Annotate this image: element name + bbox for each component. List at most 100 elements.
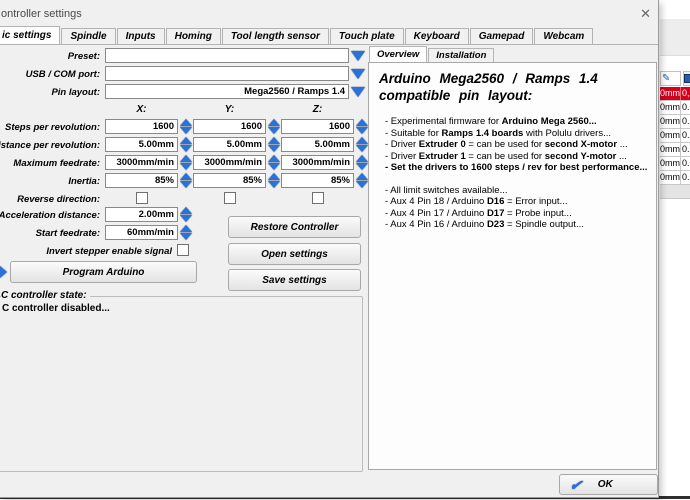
info-tab-bar: Overview Installation bbox=[369, 46, 495, 63]
start-feedrate-input[interactable]: 60mm/min bbox=[105, 225, 178, 240]
usb-com-port-input[interactable] bbox=[105, 66, 349, 81]
settings-tab-bar: ic settings Spindle Inputs Homing Tool l… bbox=[0, 26, 658, 44]
preset-label: Preset: bbox=[67, 51, 100, 62]
pin-layout-notes-bottom: - All limit switches available... - Aux 4… bbox=[385, 185, 656, 231]
tab-inputs[interactable]: Inputs bbox=[116, 28, 165, 44]
inertia-z-input[interactable]: 85% bbox=[281, 173, 354, 188]
invert-stepper-enable-checkbox[interactable] bbox=[177, 244, 189, 256]
steps-y-spinner[interactable] bbox=[268, 119, 281, 134]
screen: ✎ 0mm 0, 0mm 0. 0mm 0. 0mm 0. 0mm 0. 0mm 0. bbox=[0, 0, 690, 500]
note-line: - Suitable for Ramps 1.4 boards with Pol… bbox=[385, 127, 611, 139]
reverse-direction-label: Reverse direction: bbox=[17, 194, 100, 205]
distance-x-input[interactable]: 5.00mm bbox=[105, 137, 178, 152]
controller-state-title: C controller state: bbox=[1, 290, 90, 301]
table-empty-row bbox=[660, 185, 690, 199]
note-line: - Aux 4 Pin 18 / Arduino D16 = Error inp… bbox=[385, 196, 568, 207]
ok-button-label: OK bbox=[597, 479, 613, 490]
pin-layout-dropdown-icon[interactable] bbox=[351, 87, 365, 97]
acceleration-distance-label: Acceleration distance: bbox=[0, 210, 100, 221]
restore-controller-button[interactable]: Restore Controller bbox=[228, 216, 361, 238]
steps-z-input[interactable]: 1600 bbox=[281, 119, 354, 134]
steps-per-revolution-label: Steps per revolution: bbox=[4, 122, 100, 133]
inertia-label: Inertia: bbox=[68, 176, 100, 187]
table-row: 0mm 0, bbox=[660, 87, 690, 101]
pin-layout-heading: Arduino Mega2560 / Ramps 1.4 compatible … bbox=[379, 71, 598, 103]
program-arduino-button[interactable]: Program Arduino bbox=[10, 261, 197, 283]
feedrate-y-input[interactable]: 3000mm/min bbox=[193, 155, 266, 170]
tab-basic-settings[interactable]: ic settings bbox=[0, 26, 61, 44]
usb-com-port-dropdown-icon[interactable] bbox=[351, 69, 365, 79]
open-settings-button[interactable]: Open settings bbox=[228, 243, 361, 265]
distance-per-revolution-label: Distance per revolution: bbox=[0, 140, 100, 151]
distance-y-input[interactable]: 5.00mm bbox=[193, 137, 266, 152]
inertia-x-input[interactable]: 85% bbox=[105, 173, 178, 188]
tool-icon bbox=[683, 71, 690, 86]
tab-overview[interactable]: Overview bbox=[369, 46, 428, 63]
tab-homing[interactable]: Homing bbox=[165, 28, 221, 44]
table-row: 0mm 0. bbox=[660, 129, 690, 143]
title-bar: ontroller settings ✕ bbox=[0, 0, 658, 26]
note-line: - Driver Extruder 0 = can be used for se… bbox=[385, 139, 628, 150]
table-row: 0mm 0. bbox=[660, 143, 690, 157]
pencil-icon: ✎ bbox=[660, 71, 681, 86]
dialog-title: ontroller settings bbox=[1, 8, 82, 20]
invert-stepper-enable-label: Invert stepper enable signal bbox=[46, 246, 172, 257]
ok-button[interactable]: ✔ OK bbox=[559, 474, 658, 495]
preset-dropdown-icon[interactable] bbox=[351, 51, 365, 61]
tab-gamepad[interactable]: Gamepad bbox=[469, 28, 534, 44]
steps-x-spinner[interactable] bbox=[180, 119, 193, 134]
start-feedrate-label: Start feedrate: bbox=[35, 228, 100, 239]
background-toolbar-band bbox=[660, 19, 690, 56]
reverse-y-checkbox[interactable] bbox=[224, 192, 236, 204]
acceleration-distance-input[interactable]: 2.00mm bbox=[105, 207, 178, 222]
note-line: - All limit switches available... bbox=[385, 184, 508, 196]
z-column-header: Z: bbox=[312, 104, 323, 115]
tab-webcam[interactable]: Webcam bbox=[534, 28, 594, 44]
note-line: - Set the drivers to 1600 steps / rev fo… bbox=[385, 162, 648, 173]
start-feedrate-spinner[interactable] bbox=[180, 225, 193, 240]
table-row: 0mm 0. bbox=[660, 101, 690, 115]
inertia-x-spinner[interactable] bbox=[180, 173, 193, 188]
note-line: - Aux 4 Pin 17 / Arduino D17 = Probe inp… bbox=[385, 207, 572, 219]
tab-spindle[interactable]: Spindle bbox=[61, 28, 116, 44]
tab-touch-plate[interactable]: Touch plate bbox=[329, 28, 404, 44]
inertia-y-spinner[interactable] bbox=[268, 173, 281, 188]
feedrate-y-spinner[interactable] bbox=[268, 155, 281, 170]
table-row: 0mm 0. bbox=[660, 115, 690, 129]
distance-y-spinner[interactable] bbox=[268, 137, 281, 152]
pin-layout-input[interactable]: Mega2560 / Ramps 1.4 bbox=[105, 84, 349, 99]
steps-x-input[interactable]: 1600 bbox=[105, 119, 178, 134]
x-column-header: X: bbox=[136, 104, 147, 115]
tab-keyboard[interactable]: Keyboard bbox=[404, 28, 469, 44]
maximum-feedrate-label: Maximum feedrate: bbox=[13, 158, 100, 169]
check-icon: ✔ bbox=[568, 476, 584, 493]
tab-installation[interactable]: Installation bbox=[428, 48, 495, 63]
controller-settings-dialog: ontroller settings ✕ ic settings Spindle… bbox=[0, 0, 659, 498]
inertia-y-input[interactable]: 85% bbox=[193, 173, 266, 188]
preset-input[interactable] bbox=[105, 48, 349, 63]
save-settings-button[interactable]: Save settings bbox=[228, 269, 361, 291]
distance-x-spinner[interactable] bbox=[180, 137, 193, 152]
feedrate-z-input[interactable]: 3000mm/min bbox=[281, 155, 354, 170]
note-line: - Aux 4 Pin 16 / Arduino D23 = Spindle o… bbox=[385, 219, 584, 230]
usb-com-port-label: USB / COM port: bbox=[25, 69, 100, 80]
y-column-header: Y: bbox=[224, 104, 235, 115]
pin-layout-notes-top: - Experimental firmware for Arduino Mega… bbox=[385, 116, 656, 174]
close-icon[interactable]: ✕ bbox=[640, 6, 651, 22]
background-app-window: ✎ 0mm 0, 0mm 0. 0mm 0. 0mm 0. 0mm 0. 0mm 0. bbox=[658, 0, 690, 497]
note-line: - Experimental firmware for Arduino Mega… bbox=[385, 116, 597, 127]
overview-panel: Arduino Mega2560 / Ramps 1.4 compatible … bbox=[368, 62, 657, 470]
feedrate-x-input[interactable]: 3000mm/min bbox=[105, 155, 178, 170]
reverse-x-checkbox[interactable] bbox=[136, 192, 148, 204]
tab-tool-length-sensor[interactable]: Tool length sensor bbox=[221, 28, 329, 44]
coordinate-table: 0mm 0, 0mm 0. 0mm 0. 0mm 0. 0mm 0. 0mm 0. 0mm 0… bbox=[660, 87, 690, 199]
program-arduino-arrow-icon bbox=[0, 266, 7, 278]
steps-y-input[interactable]: 1600 bbox=[193, 119, 266, 134]
table-row: 0mm 0. bbox=[660, 157, 690, 171]
tab-underline bbox=[0, 44, 658, 45]
acceleration-distance-spinner[interactable] bbox=[180, 207, 193, 222]
table-row: 0mm 0. bbox=[660, 171, 690, 185]
feedrate-x-spinner[interactable] bbox=[180, 155, 193, 170]
distance-z-input[interactable]: 5.00mm bbox=[281, 137, 354, 152]
reverse-z-checkbox[interactable] bbox=[312, 192, 324, 204]
